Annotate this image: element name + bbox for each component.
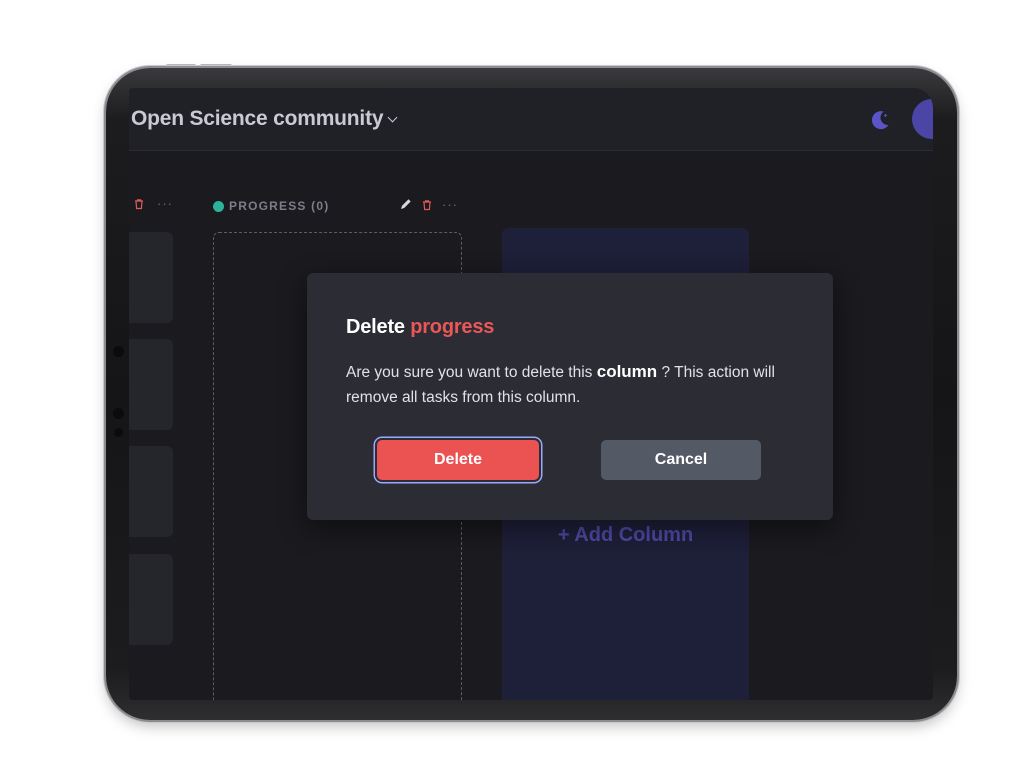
more-options-icon[interactable]: ··· xyxy=(442,198,458,211)
device-sensor-dot xyxy=(113,408,124,419)
chevron-down-icon xyxy=(387,112,398,123)
column-actions: ··· xyxy=(399,198,458,211)
board-title: Open Science community xyxy=(131,107,384,130)
task-card[interactable] xyxy=(129,446,173,537)
column-status-dot xyxy=(213,200,224,212)
device-camera-dot xyxy=(113,346,124,357)
modal-message-part: Are you sure you want to delete this xyxy=(346,364,597,381)
board-switcher[interactable]: Open Science community xyxy=(131,107,398,131)
device-sensor-dot xyxy=(114,428,123,437)
avatar[interactable] xyxy=(912,99,933,139)
prev-column-actions: ··· xyxy=(133,197,173,210)
delete-button[interactable]: Delete xyxy=(377,440,539,480)
modal-message-emphasis: column xyxy=(596,362,658,381)
modal-title-prefix: Delete xyxy=(346,316,405,338)
column-title: PROGRESS (0) xyxy=(229,199,330,213)
delete-column-modal: Delete progress Are you sure you want to… xyxy=(307,273,833,520)
trash-icon[interactable] xyxy=(421,199,433,211)
trash-icon[interactable] xyxy=(133,198,145,210)
cancel-button[interactable]: Cancel xyxy=(601,440,761,480)
task-card[interactable] xyxy=(129,232,173,323)
dark-mode-icon[interactable] xyxy=(867,107,893,133)
task-card[interactable] xyxy=(129,339,173,430)
task-card[interactable] xyxy=(129,554,173,645)
column-header: PROGRESS (0) xyxy=(213,199,329,213)
add-column-label: + Add Column xyxy=(557,524,694,546)
app-header: Open Science community xyxy=(129,88,933,151)
more-options-icon[interactable]: ··· xyxy=(157,197,173,210)
modal-title-column-name: progress xyxy=(410,316,495,338)
modal-message: Are you sure you want to delete this col… xyxy=(346,359,796,410)
modal-title: Delete progress xyxy=(346,316,494,339)
pencil-icon[interactable] xyxy=(399,198,412,211)
